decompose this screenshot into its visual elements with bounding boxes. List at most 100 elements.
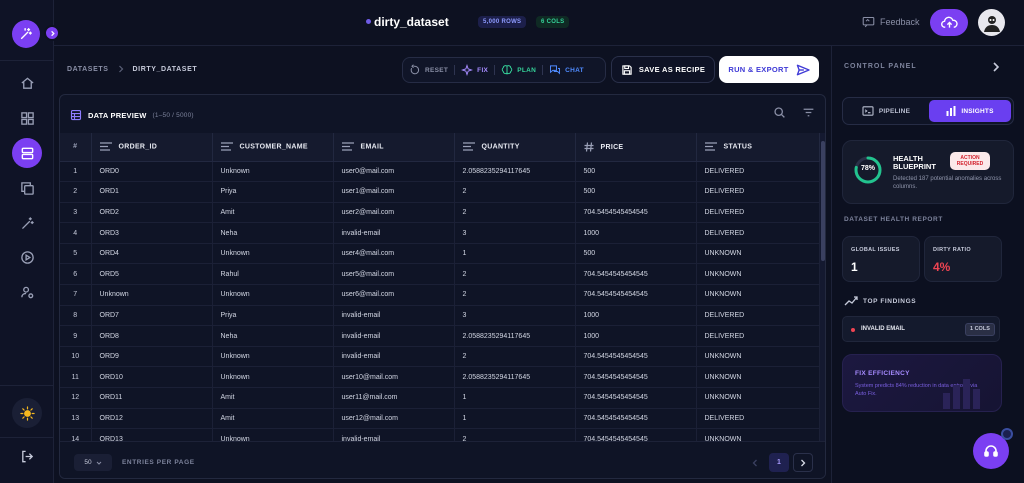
table-row[interactable]: 3 ORD2 Amit user2@mail.com 2 704.545454545454… [60,202,820,224]
table-row[interactable]: 1 ORD0 Unknown user0@mail.com 2.058823529411… [60,161,820,183]
column-header-price[interactable]: PRICE [575,133,697,162]
play-icon [20,250,34,264]
entries-per-page-select[interactable]: 50 [74,454,112,471]
chat-button[interactable]: CHAT [549,64,584,76]
table-cell: 3 [454,305,576,327]
table-cell: UNKNOWN [696,284,820,306]
table-row[interactable]: 10 ORD9 Unknown invalid-email 2 704.545454545… [60,346,820,368]
dataset-status-dot [366,19,371,24]
table-cell: UNKNOWN [696,243,820,265]
table-cell: 1000 [575,325,697,347]
table-row[interactable]: 5 ORD4 Unknown user4@mail.com 1 500 UNKNOWN [60,243,820,265]
nav-data-preview[interactable] [12,138,42,168]
finding-count-badge: 1 COLS [965,323,995,336]
next-page-button[interactable] [793,453,813,472]
trend-icon [844,296,858,306]
table-row[interactable]: 6 ORD5 Rahul user5@mail.com 2 704.54545454545… [60,263,820,286]
finding-label: INVALID EMAIL [861,326,905,332]
theme-toggle[interactable] [12,398,42,428]
table-row[interactable]: 8 ORD7 Priya invalid-email 3 1000 DELIVERED [60,305,820,327]
data-preview-header: DATA PREVIEW (1–50 / 5000) [60,95,825,133]
column-header-email[interactable]: EMAIL [333,133,455,162]
table-cell: Amit [212,408,334,430]
table-cell: ORD8 [91,325,213,347]
table-row[interactable]: 4 ORD3 Neha invalid-email 3 1000 DELIVERED [60,222,820,244]
scrollbar-thumb[interactable] [821,141,825,261]
cloud-upload-button[interactable] [930,9,968,36]
table-cell: 2 [454,202,576,224]
nav-user-settings[interactable] [12,277,42,307]
avatar[interactable] [978,9,1005,36]
nav-run[interactable] [12,242,42,272]
prev-page-button[interactable] [745,453,765,472]
chevron-down-icon [96,461,101,465]
column-header-status[interactable]: STATUS [696,133,820,162]
finding-item[interactable]: INVALID EMAIL 1 COLS [842,316,1000,342]
column-header-quantity[interactable]: QUANTITY [454,133,576,162]
search-icon[interactable] [773,106,786,119]
table-cell: Amit [212,202,334,224]
table-cell: DELIVERED [696,222,820,244]
table-cell: ORD4 [91,243,213,265]
table-cell: 704.5454545454545 [575,263,697,286]
table-row[interactable]: 12 ORD11 Amit user11@mail.com 1 704.545454545… [60,387,820,409]
table-row[interactable]: 11 ORD10 Unknown user10@mail.com 2.058823529… [60,366,820,389]
nav-copies[interactable] [12,173,42,203]
fix-button[interactable]: FIX [461,64,488,76]
toolbar-separator [494,65,496,75]
table-row[interactable]: 2 ORD1 Priya user1@mail.com 2 500 DELIVERED [60,181,820,203]
row-index-cell: 3 [60,202,92,224]
table-cell: Unknown [91,284,213,306]
column-header-customer-name[interactable]: CUSTOMER_NAME [212,133,334,162]
run-and-export-button[interactable]: RUN & EXPORT [719,56,819,83]
tab-insights[interactable]: INSIGHTS [929,100,1011,122]
brand-logo[interactable] [12,20,40,48]
row-index-cell: 2 [60,181,92,203]
filter-icon[interactable] [802,106,815,119]
nav-datasets[interactable] [12,103,42,133]
nav-auto-fix[interactable] [12,208,42,238]
feedback-icon [862,17,875,28]
breadcrumb-root[interactable]: DATASETS [67,66,109,73]
left-rail [0,0,60,483]
brain-icon [501,65,513,75]
page-button-current[interactable]: 1 [769,453,789,472]
pagination: 1 [745,453,813,472]
rail-divider [0,437,54,438]
table-cell: Amit [212,387,334,409]
data-preview-title-text: DATA PREVIEW [88,110,147,120]
plan-button[interactable]: PLAN [501,64,536,76]
entries-per-page-value: 50 [84,459,92,466]
data-table: # ORDER_ID CUSTOMER_NAME EMAIL QUANTITY … [60,133,820,450]
table-cell: DELIVERED [696,181,820,203]
column-header-order-id[interactable]: ORDER_ID [91,133,213,162]
chat-icon [550,65,561,75]
nav-home[interactable] [12,68,42,98]
table-scrollbar[interactable] [820,133,825,441]
table-cell: Rahul [212,263,334,286]
collapse-panel-button[interactable] [992,59,1000,77]
magic-wand-icon [20,28,32,40]
action-toolbar: RESET FIX PLAN CHAT [402,57,606,83]
table-cell: user12@mail.com [333,408,455,430]
feedback-button[interactable]: Feedback [862,16,920,28]
row-index-cell: 4 [60,222,92,244]
row-index-cell: 11 [60,366,92,389]
data-preview-title: DATA PREVIEW (1–50 / 5000) [70,109,194,121]
table-row[interactable]: 13 ORD12 Amit user12@mail.com 1 704.545454545… [60,408,820,430]
table-cell: DELIVERED [696,161,820,183]
table-cell: Neha [212,325,334,347]
table-row[interactable]: 7 Unknown Unknown user6@mail.com 2 704.545454… [60,284,820,306]
tab-pipeline[interactable]: PIPELINE [845,100,927,122]
rail-divider [0,60,54,61]
text-type-icon [462,142,475,151]
reset-button[interactable]: RESET [409,64,448,76]
table-cell: Neha [212,222,334,244]
save-as-recipe-button[interactable]: SAVE AS RECIPE [611,56,715,83]
table-cell: Unknown [212,161,334,183]
table-cell: 704.5454545454545 [575,284,697,306]
table-cell: invalid-email [333,305,455,327]
top-findings-title: TOP FINDINGS [863,297,917,305]
table-row[interactable]: 9 ORD8 Neha invalid-email 2.0588235294117645… [60,325,820,347]
logout-button[interactable] [12,441,42,471]
